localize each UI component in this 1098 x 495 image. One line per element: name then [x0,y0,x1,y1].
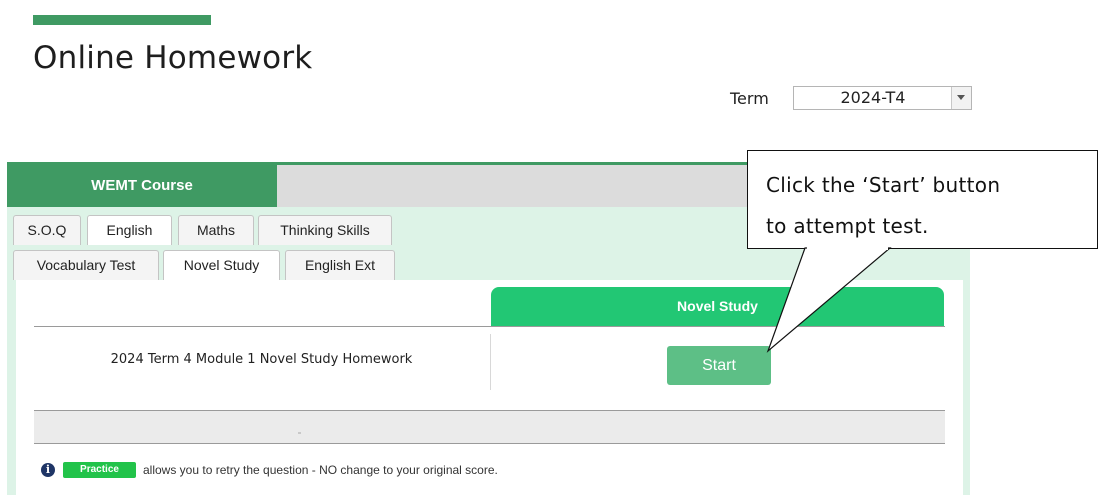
callout-text-line2: to attempt test. [766,214,929,238]
callout-text-line1: Click the ‘Start’ button [766,173,1001,197]
callout-pointer [766,247,892,353]
